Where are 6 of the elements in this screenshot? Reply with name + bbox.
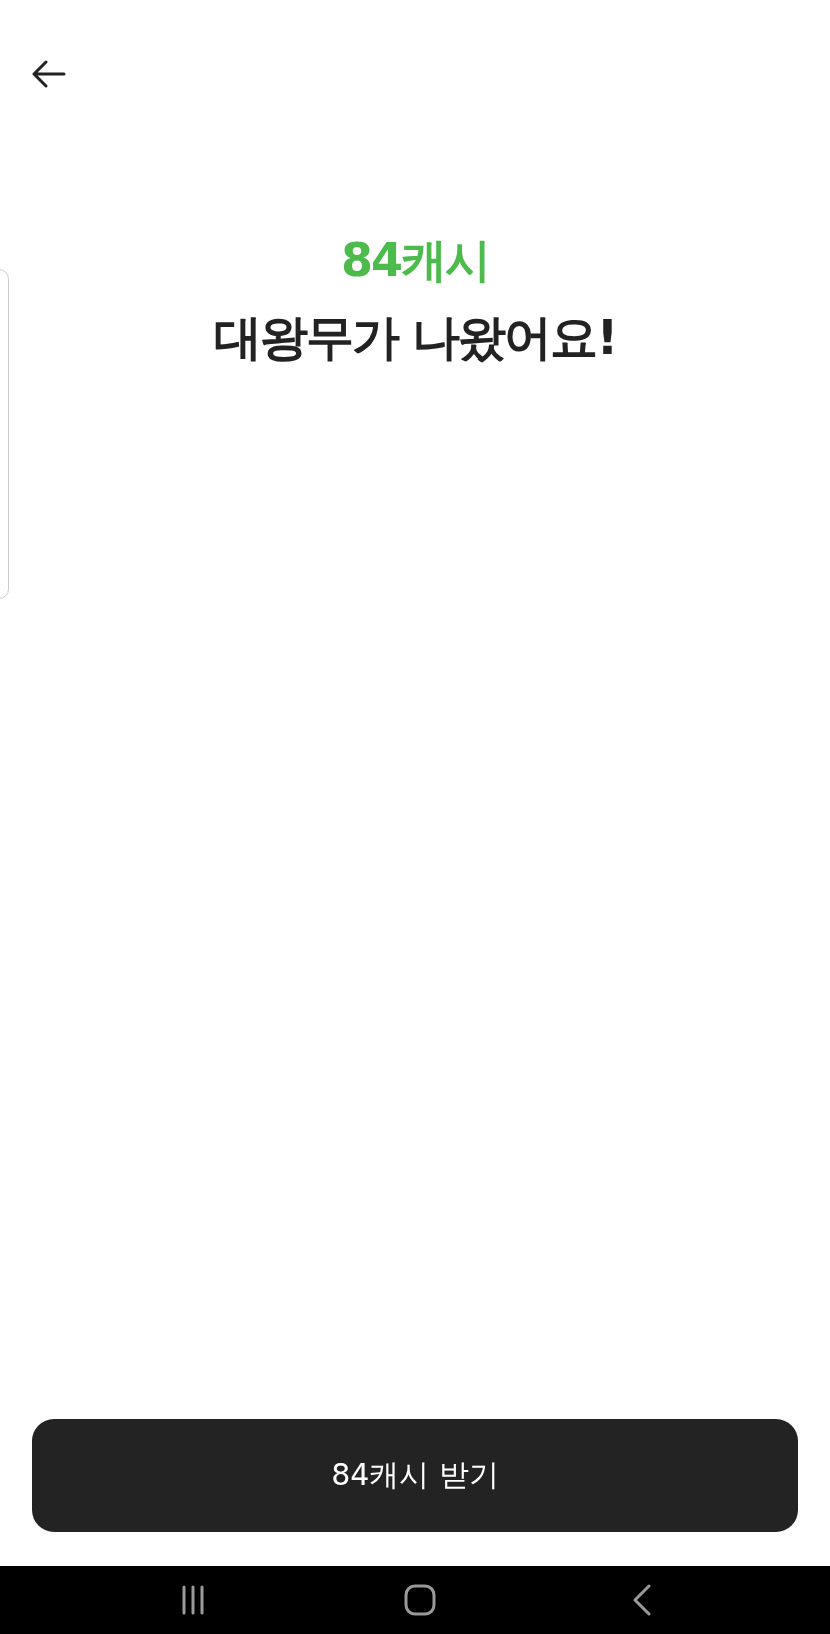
reward-amount: 84캐시 [341,232,489,289]
claim-button[interactable]: 84캐시 받기 [32,1419,798,1532]
back-arrow-icon[interactable] [32,60,66,88]
home-icon[interactable] [404,1584,436,1616]
back-icon[interactable] [632,1584,652,1616]
reward-message: 대왕무가 나왔어요! [213,308,617,367]
